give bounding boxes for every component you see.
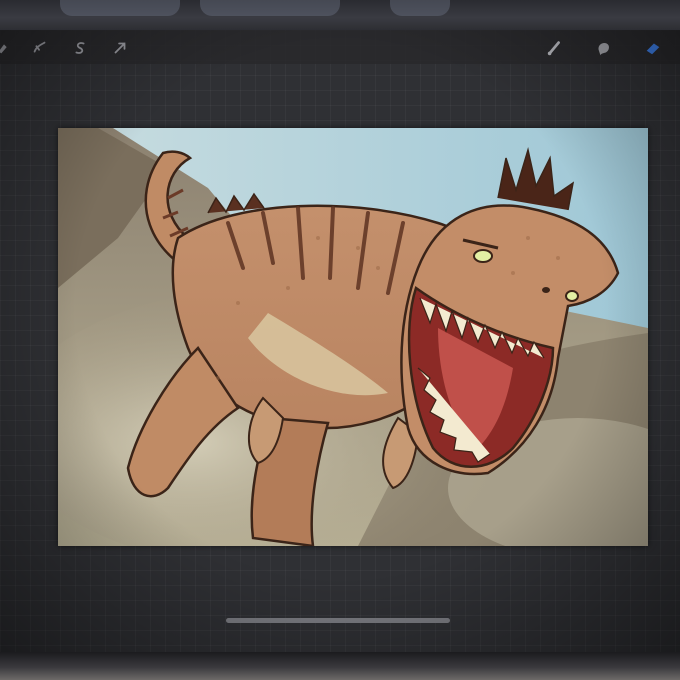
smudge-icon[interactable] [594, 38, 614, 58]
device-bezel-bottom [0, 652, 680, 680]
screen-glare [60, 0, 180, 16]
eraser-icon[interactable] [643, 38, 663, 58]
app-screen [0, 30, 680, 652]
screen-glare [390, 0, 450, 16]
home-indicator[interactable] [226, 618, 450, 623]
t-rex-artwork [58, 128, 648, 546]
selection-icon[interactable] [30, 38, 50, 58]
top-toolbar [0, 30, 680, 64]
drawing-canvas[interactable] [58, 128, 648, 546]
screen-glare [200, 0, 340, 16]
modify-icon[interactable] [0, 38, 14, 58]
transform-s-icon[interactable] [70, 38, 90, 58]
arrow-icon[interactable] [110, 38, 130, 58]
device-bezel-top [0, 0, 680, 30]
brush-icon[interactable] [545, 38, 565, 58]
